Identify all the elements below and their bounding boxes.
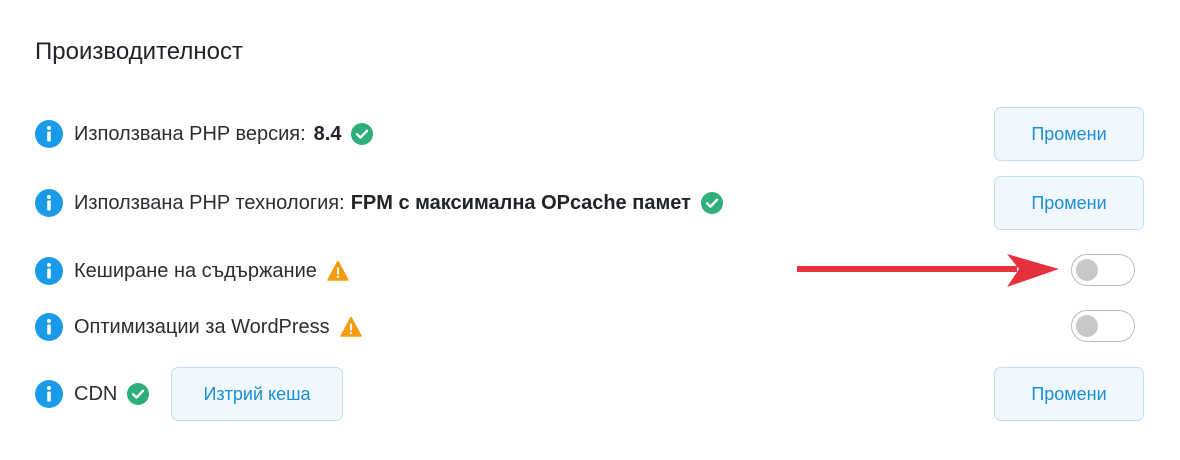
info-icon[interactable] xyxy=(35,257,63,285)
section-title: Производителност xyxy=(35,38,243,65)
cdn-change-button[interactable]: Промени xyxy=(994,367,1144,421)
info-icon[interactable] xyxy=(35,380,63,408)
cdn-label: CDN xyxy=(74,382,118,405)
php-tech-change-button[interactable]: Промени xyxy=(994,176,1144,230)
php-tech-label: Използвана PHP технология: xyxy=(74,191,345,214)
info-icon[interactable] xyxy=(35,189,63,217)
wp-optimizations-toggle[interactable] xyxy=(1071,310,1135,342)
php-tech-row: Използвана PHP технология: FPM с максима… xyxy=(35,188,723,218)
check-circle-icon xyxy=(351,123,374,145)
content-cache-row: Кеширане на съдържание xyxy=(35,256,349,286)
php-version-value: 8.4 xyxy=(313,122,342,145)
php-tech-value: FPM с максимална OPcache памет xyxy=(350,191,691,214)
warning-triangle-icon xyxy=(339,316,362,337)
content-cache-toggle[interactable] xyxy=(1071,254,1135,286)
check-circle-icon xyxy=(127,383,150,405)
cdn-row: CDN xyxy=(35,379,150,409)
php-version-change-button[interactable]: Промени xyxy=(994,107,1144,161)
wp-optimizations-label: Оптимизации за WordPress xyxy=(74,315,330,338)
content-cache-label: Кеширане на съдържание xyxy=(74,259,317,282)
info-icon[interactable] xyxy=(35,313,63,341)
toggle-knob xyxy=(1076,315,1098,337)
check-circle-icon xyxy=(700,192,723,214)
php-version-label: Използвана PHP версия: xyxy=(74,122,306,145)
toggle-knob xyxy=(1076,259,1098,281)
php-version-row: Използвана PHP версия: 8.4 xyxy=(35,119,374,149)
cdn-clear-cache-button[interactable]: Изтрий кеша xyxy=(171,367,343,421)
wp-optimizations-row: Оптимизации за WordPress xyxy=(35,312,362,342)
warning-triangle-icon xyxy=(327,260,349,281)
red-arrow-annotation xyxy=(797,254,1059,287)
info-icon[interactable] xyxy=(35,120,63,148)
